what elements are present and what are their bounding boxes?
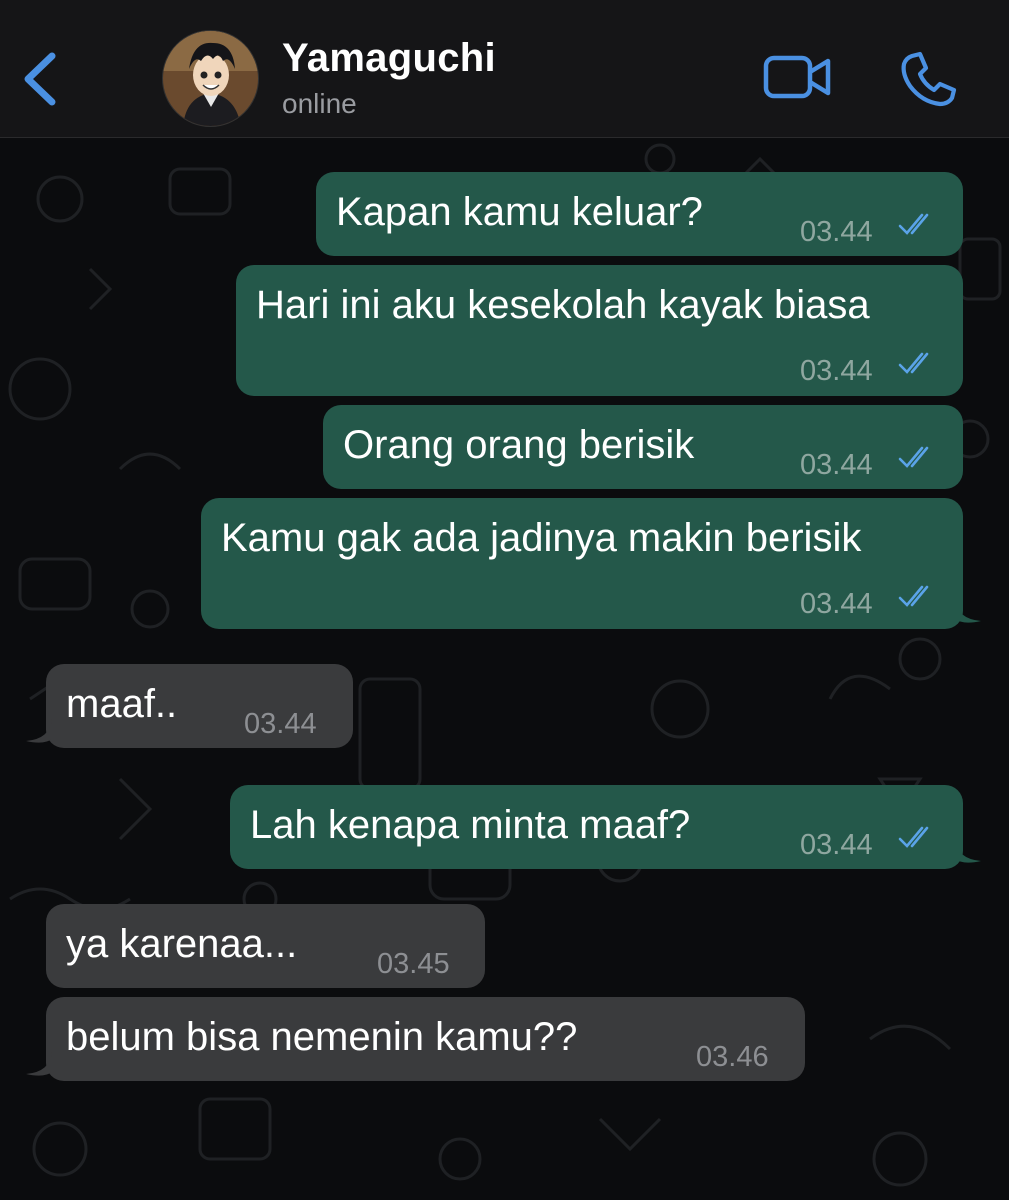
message-time: 03.44 <box>800 588 873 620</box>
message-text: Kamu gak ada jadinya makin berisik <box>221 516 862 560</box>
message-text: maaf.. <box>66 682 178 726</box>
chevron-left-icon <box>24 52 56 106</box>
phone-icon <box>901 51 957 107</box>
message-time: 03.46 <box>696 1041 769 1073</box>
message-bubble-incoming[interactable]: maaf.. 03.44 <box>46 664 353 748</box>
message-bubble-outgoing[interactable]: Lah kenapa minta maaf? 03.44 <box>230 785 963 869</box>
bubble-tail <box>26 719 52 743</box>
message-bubble-outgoing[interactable]: Kapan kamu keluar? 03.44 <box>316 172 963 256</box>
message-time: 03.44 <box>800 449 873 481</box>
message-bubble-incoming[interactable]: ya karenaa... 03.45 <box>46 904 485 988</box>
contact-status: online <box>282 88 357 119</box>
bubble-tail <box>955 839 981 863</box>
message-time: 03.44 <box>800 216 873 248</box>
bubble-tail <box>26 1052 52 1076</box>
read-receipt-icon <box>898 826 929 848</box>
read-receipt-icon <box>898 352 929 374</box>
back-button[interactable] <box>18 46 66 112</box>
message-text: Kapan kamu keluar? <box>336 190 703 234</box>
message-list[interactable]: Kapan kamu keluar? 03.44 Hari ini aku ke… <box>0 139 1009 1200</box>
message-text: Hari ini aku kesekolah kayak biasa <box>256 283 870 327</box>
message-time: 03.44 <box>800 829 873 861</box>
read-receipt-icon <box>898 585 929 607</box>
message-text: Lah kenapa minta maaf? <box>250 803 691 847</box>
read-receipt-icon <box>898 446 929 468</box>
voice-call-button[interactable] <box>898 50 958 108</box>
chat-header: Yamaguchi online <box>0 0 1009 138</box>
video-call-button[interactable] <box>762 52 834 102</box>
bubble-tail <box>955 599 981 623</box>
message-bubble-outgoing[interactable]: Orang orang berisik 03.44 <box>323 405 963 489</box>
message-text: belum bisa nemenin kamu?? <box>66 1015 578 1059</box>
contact-name[interactable]: Yamaguchi <box>282 36 496 81</box>
message-bubble-incoming[interactable]: belum bisa nemenin kamu?? 03.46 <box>46 997 805 1081</box>
read-receipt-icon <box>898 213 929 235</box>
video-camera-icon <box>763 55 831 99</box>
message-time: 03.44 <box>800 355 873 387</box>
message-bubble-outgoing[interactable]: Kamu gak ada jadinya makin berisik 03.44 <box>201 498 963 629</box>
contact-avatar[interactable] <box>162 30 259 127</box>
message-text: Orang orang berisik <box>343 423 695 467</box>
message-bubble-outgoing[interactable]: Hari ini aku kesekolah kayak biasa 03.44 <box>236 265 963 396</box>
message-time: 03.44 <box>244 708 317 740</box>
message-time: 03.45 <box>377 948 450 980</box>
message-text: ya karenaa... <box>66 922 298 966</box>
